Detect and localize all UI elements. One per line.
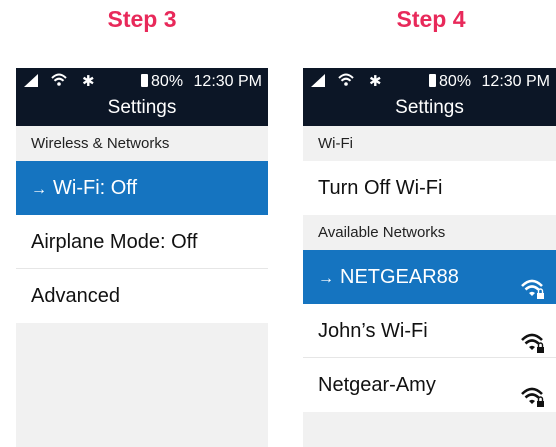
step-3-screen: ✱ 80% 12:30 PM Settings Wireless & Netwo… xyxy=(16,68,268,447)
network-name: Netgear-Amy xyxy=(318,374,436,396)
status-bar: ✱ 80% 12:30 PM xyxy=(303,72,556,92)
header: ✱ 80% 12:30 PM Settings xyxy=(16,68,268,126)
page-title: Settings xyxy=(395,97,464,118)
turn-off-wifi-label: Turn Off Wi-Fi xyxy=(318,177,443,199)
arrow-icon: → xyxy=(318,270,334,287)
wifi-icon xyxy=(338,72,354,93)
arrow-icon: → xyxy=(31,181,47,198)
step-4-screen: ✱ 80% 12:30 PM Settings Wi-Fi Turn Off W… xyxy=(303,68,556,447)
wifi-locked-icon xyxy=(520,267,546,299)
menu-item-label: Wi-Fi: Off xyxy=(53,177,138,199)
wifi-locked-icon xyxy=(520,321,546,353)
bluetooth-icon: ✱ xyxy=(82,73,95,90)
step-3-title: Step 3 xyxy=(107,6,177,32)
section-header-wifi: Wi-Fi xyxy=(303,126,556,161)
clock: 12:30 PM xyxy=(481,73,550,90)
step-4-title: Step 4 xyxy=(396,6,466,32)
clock: 12:30 PM xyxy=(193,73,262,90)
battery-icon xyxy=(429,74,437,87)
menu-item-wifi[interactable]: → Wi-Fi: Off xyxy=(16,161,268,215)
menu-item-airplane-mode[interactable]: Airplane Mode: Off xyxy=(16,215,268,269)
signal-icon xyxy=(311,74,325,92)
network-name: John’s Wi-Fi xyxy=(318,320,428,342)
turn-off-wifi-button[interactable]: Turn Off Wi-Fi xyxy=(303,161,556,215)
battery-icon xyxy=(141,74,149,87)
network-name: NETGEAR88 xyxy=(340,266,459,288)
network-item-netgear-amy[interactable]: Netgear-Amy xyxy=(303,358,556,412)
battery-percent: 80% xyxy=(151,73,184,90)
wifi-locked-icon xyxy=(520,375,546,407)
network-item-johns-wifi[interactable]: John’s Wi-Fi xyxy=(303,304,556,358)
header: ✱ 80% 12:30 PM Settings xyxy=(303,68,556,126)
status-bar: ✱ 80% 12:30 PM xyxy=(16,72,268,92)
menu-item-label: Advanced xyxy=(31,285,120,307)
battery-percent: 80% xyxy=(439,73,472,90)
signal-icon xyxy=(24,74,38,92)
section-header: Wireless & Networks xyxy=(16,126,268,161)
menu-item-advanced[interactable]: Advanced xyxy=(16,269,268,323)
page-title: Settings xyxy=(107,97,177,118)
bluetooth-icon: ✱ xyxy=(369,73,382,90)
network-item-netgear88[interactable]: → NETGEAR88 xyxy=(303,250,556,304)
menu-item-label: Airplane Mode: Off xyxy=(31,231,198,253)
section-header-networks: Available Networks xyxy=(303,215,556,250)
wifi-icon xyxy=(51,72,67,93)
